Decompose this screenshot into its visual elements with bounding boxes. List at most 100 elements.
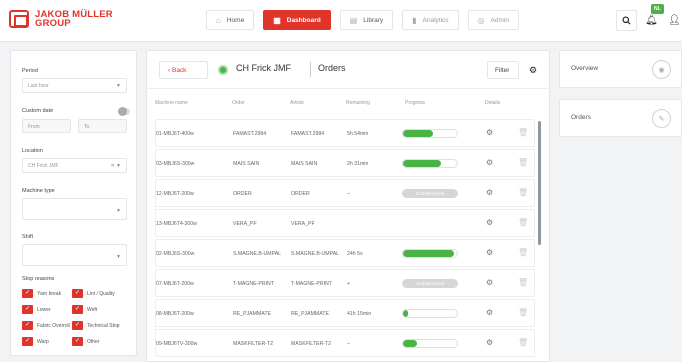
panel-orders[interactable]: Orders ✎ bbox=[559, 99, 682, 137]
brand-logo[interactable]: JAKOB MÜLLER GROUP bbox=[9, 10, 113, 28]
stop-reason-checkbox[interactable]: ✓ Lint / Quality bbox=[72, 289, 115, 298]
orders-header: ‹ Back CH Frick JMF Orders Filter ⚙ bbox=[147, 51, 549, 89]
nav-home[interactable]: ⌂ Home bbox=[206, 10, 255, 30]
top-bar: JAKOB MÜLLER GROUP ⌂ Home ▦ Dashboard ▤ Libra… bbox=[0, 0, 682, 42]
chevron-down-icon: ▼ bbox=[116, 83, 121, 89]
nav-label: Admin bbox=[490, 16, 509, 24]
table-row[interactable]: 07-MBJ6T-200w T-MAGNE-PRINT T-MAGNE-PRINT +… bbox=[155, 269, 535, 297]
stop-reason-checkbox[interactable]: ✓ Lower bbox=[22, 305, 51, 314]
stop-reason-checkbox[interactable]: ✓ Technical Stop bbox=[72, 321, 120, 330]
brand-logo-mark bbox=[9, 10, 29, 28]
cell-article: MASKFILTER-T2 bbox=[291, 341, 331, 347]
column-header: Order bbox=[232, 100, 245, 106]
shift-select[interactable]: ▼ bbox=[22, 244, 127, 266]
table-row[interactable]: 03-MBJ6S-300w MAIS SAIN MAIS SAIN 2h 31min ⚙… bbox=[155, 149, 535, 177]
chevron-down-icon: ▼ bbox=[116, 208, 121, 214]
trash-icon[interactable]: 🗑︎ bbox=[518, 308, 528, 317]
gear-icon[interactable]: ⚙ bbox=[486, 278, 493, 287]
nav-dashboard[interactable]: ▦ Dashboard bbox=[263, 10, 331, 30]
column-header: Progress bbox=[405, 100, 426, 106]
progress-fill bbox=[403, 130, 433, 137]
trash-icon[interactable]: 🗑︎ bbox=[518, 188, 528, 197]
period-label: Period bbox=[22, 68, 38, 74]
gear-icon[interactable]: ⚙ bbox=[486, 308, 493, 317]
back-button[interactable]: ‹ Back bbox=[159, 61, 208, 79]
cell-machine: 09-MBJ6TV-300w bbox=[156, 341, 198, 347]
gear-icon[interactable]: ⚙ bbox=[524, 61, 542, 79]
trash-icon[interactable]: 🗑︎ bbox=[518, 338, 528, 347]
to-date-input[interactable]: To bbox=[78, 119, 127, 133]
period-value: Last hour bbox=[28, 83, 49, 89]
scrollbar[interactable] bbox=[538, 121, 541, 245]
stop-reason-checkbox[interactable]: ✓ Weft bbox=[72, 305, 97, 314]
user-icon[interactable]: 👤︎ bbox=[668, 15, 681, 26]
gear-icon[interactable]: ⚙ bbox=[486, 158, 493, 167]
eye-icon[interactable]: ◉ bbox=[652, 60, 671, 79]
stop-reason-checkbox[interactable]: ✓ Yarn break bbox=[22, 289, 61, 298]
stop-reason-label: Weft bbox=[87, 306, 98, 313]
nav-library[interactable]: ▤ Library bbox=[339, 10, 394, 30]
location-label: Location bbox=[22, 148, 43, 154]
custom-date-toggle[interactable] bbox=[118, 107, 130, 116]
trash-icon[interactable]: 🗑︎ bbox=[518, 218, 528, 227]
table-row[interactable]: 01-MBJ6T-400w FAMAST.2984 FAMAST.2984 5h 54… bbox=[155, 119, 535, 147]
home-icon: ⌂ bbox=[216, 15, 221, 25]
page-title: Orders bbox=[318, 63, 346, 73]
trash-icon[interactable]: 🗑︎ bbox=[518, 278, 528, 287]
machine-type-label: Machine type bbox=[22, 188, 55, 194]
panel-overview[interactable]: Overview ◉ bbox=[559, 50, 682, 88]
location-value: CH Frick JMF bbox=[28, 163, 59, 169]
trash-icon[interactable]: 🗑︎ bbox=[518, 128, 528, 137]
nav-label: Analytics bbox=[422, 16, 449, 24]
machine-type-select[interactable]: ▼ bbox=[22, 198, 127, 220]
stop-reason-checkbox[interactable]: ✓ Warp bbox=[22, 337, 49, 346]
gear-icon[interactable]: ⚙ bbox=[486, 248, 493, 257]
table-row[interactable]: 12-MBJ6T-200w ORDER ORDER – Undetermined ⚙ 🗑︎ bbox=[155, 179, 535, 207]
gear-icon[interactable]: ⚙ bbox=[486, 218, 493, 227]
brand-name: JAKOB MÜLLER GROUP bbox=[35, 10, 113, 29]
machine-status-dot bbox=[218, 65, 228, 75]
period-select[interactable]: Last hour ▼ bbox=[22, 78, 127, 93]
bell-icon[interactable]: 🔔︎ bbox=[645, 15, 658, 26]
stop-reason-checkbox[interactable]: ✓ Other bbox=[72, 337, 100, 346]
gear-icon[interactable]: ⚙ bbox=[486, 128, 493, 137]
cell-remaining: 5h 54min bbox=[347, 131, 369, 137]
trash-icon[interactable]: 🗑︎ bbox=[518, 248, 528, 257]
nav-label: Library bbox=[363, 16, 384, 24]
clear-chevron-icon[interactable]: ✕ ▼ bbox=[110, 163, 121, 169]
nav-analytics[interactable]: ▮ Analytics bbox=[402, 10, 459, 30]
trash-icon[interactable]: 🗑︎ bbox=[518, 158, 528, 167]
table-row[interactable]: 08-MBJ6T-200w RE_PJAMMATE RE_PJAMMATE 41h 1… bbox=[155, 299, 535, 327]
location-select[interactable]: CH Frick JMF ✕ ▼ bbox=[22, 158, 127, 173]
gear-icon[interactable]: ⚙ bbox=[486, 188, 493, 197]
stop-reason-checkbox[interactable]: ✓ Fabric Overroll bbox=[22, 321, 70, 330]
notification-badge: NL bbox=[651, 4, 664, 14]
table-row[interactable]: 13-MBJ6T4-300w VERA_PF VERA_PF ⚙ 🗑︎ bbox=[155, 209, 535, 237]
panel-label: Overview bbox=[571, 65, 599, 72]
header-divider bbox=[310, 62, 311, 77]
cell-article: VERA_PF bbox=[291, 221, 315, 227]
table-row[interactable]: 09-MBJ6TV-300w MASKFILTER-T2 MASKFILTER-T2… bbox=[155, 329, 535, 357]
cell-article: ORDER bbox=[291, 191, 310, 197]
cell-order: MAIS SAIN bbox=[233, 161, 260, 167]
table-row[interactable]: 02-MBJ6S-300w S.MAGNE.B-UMPAL S.MAGNE.B-UM… bbox=[155, 239, 535, 267]
cell-article: RE_PJAMMATE bbox=[291, 311, 329, 317]
progress-fill bbox=[403, 340, 417, 347]
status-pill: Undetermined bbox=[402, 189, 458, 198]
filter-button[interactable]: Filter bbox=[487, 61, 519, 79]
filter-panel: Period Last hour ▼ Custom date From To L… bbox=[10, 50, 137, 356]
progress-bar bbox=[402, 249, 458, 258]
cell-remaining: 24h 5s bbox=[347, 251, 363, 257]
cell-article: FAMAST.2984 bbox=[291, 131, 325, 137]
stop-reason-label: Other bbox=[87, 338, 100, 345]
orders-icon[interactable]: ✎ bbox=[652, 109, 671, 128]
from-date-input[interactable]: From bbox=[22, 119, 71, 133]
cell-machine: 03-MBJ6S-300w bbox=[156, 161, 195, 167]
nav-admin[interactable]: ◎ Admin bbox=[467, 10, 519, 30]
stop-reason-label: Fabric Overroll bbox=[37, 322, 70, 329]
stop-reasons-label: Stop reasons bbox=[22, 276, 55, 282]
search-button[interactable] bbox=[616, 10, 637, 31]
cell-order: VERA_PF bbox=[233, 221, 257, 227]
gear-icon[interactable]: ⚙ bbox=[486, 338, 493, 347]
cell-order: FAMAST.2984 bbox=[233, 131, 267, 137]
